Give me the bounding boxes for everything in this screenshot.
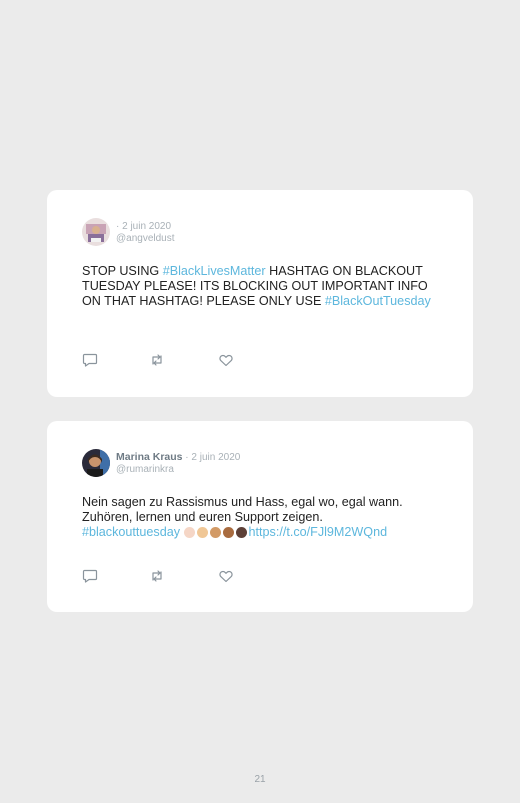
text-segment: STOP USING bbox=[82, 264, 163, 278]
tweet-text: Nein sagen zu Rassismus und Hass, egal w… bbox=[82, 495, 442, 542]
avatar[interactable] bbox=[82, 218, 110, 246]
retweet-icon[interactable] bbox=[149, 352, 165, 368]
tweet-date[interactable]: · 2 juin 2020 bbox=[183, 452, 240, 463]
author-name[interactable]: Marina Kraus bbox=[116, 451, 183, 463]
avatar[interactable] bbox=[82, 449, 110, 477]
hashtag-link[interactable]: #BlackLivesMatter bbox=[163, 264, 266, 278]
author-handle[interactable]: @rumarinkra bbox=[116, 464, 240, 476]
url-link[interactable]: https://t.co/FJl9M2WQnd bbox=[249, 525, 388, 539]
tweet-meta: Marina Kraus · 2 juin 2020 @rumarinkra bbox=[116, 451, 240, 476]
raised-fist-icon bbox=[222, 527, 234, 538]
tweet-card: Marina Kraus · 2 juin 2020 @rumarinkra N… bbox=[47, 421, 473, 612]
tweet-date[interactable]: · 2 juin 2020 bbox=[116, 221, 171, 232]
like-icon[interactable] bbox=[218, 568, 234, 584]
tweet-card: · 2 juin 2020 @angveldust STOP USING #Bl… bbox=[47, 190, 473, 397]
retweet-icon[interactable] bbox=[149, 568, 165, 584]
raised-fist-emojis bbox=[183, 527, 249, 542]
raised-fist-icon bbox=[196, 527, 208, 538]
raised-fist-icon bbox=[235, 527, 247, 538]
like-icon[interactable] bbox=[218, 352, 234, 368]
reply-icon[interactable] bbox=[82, 568, 98, 584]
raised-fist-icon bbox=[183, 527, 195, 538]
raised-fist-icon bbox=[209, 527, 221, 538]
tweet-meta: · 2 juin 2020 @angveldust bbox=[116, 220, 175, 245]
hashtag-link[interactable]: #blackouttuesday bbox=[82, 525, 180, 539]
author-handle[interactable]: @angveldust bbox=[116, 233, 175, 245]
hashtag-link[interactable]: #BlackOutTuesday bbox=[325, 294, 431, 308]
tweet-text: STOP USING #BlackLivesMatter HASHTAG ON … bbox=[82, 264, 442, 309]
reply-icon[interactable] bbox=[82, 352, 98, 368]
text-body: Nein sagen zu Rassismus und Hass, egal w… bbox=[82, 495, 403, 524]
page-number: 21 bbox=[254, 774, 266, 785]
